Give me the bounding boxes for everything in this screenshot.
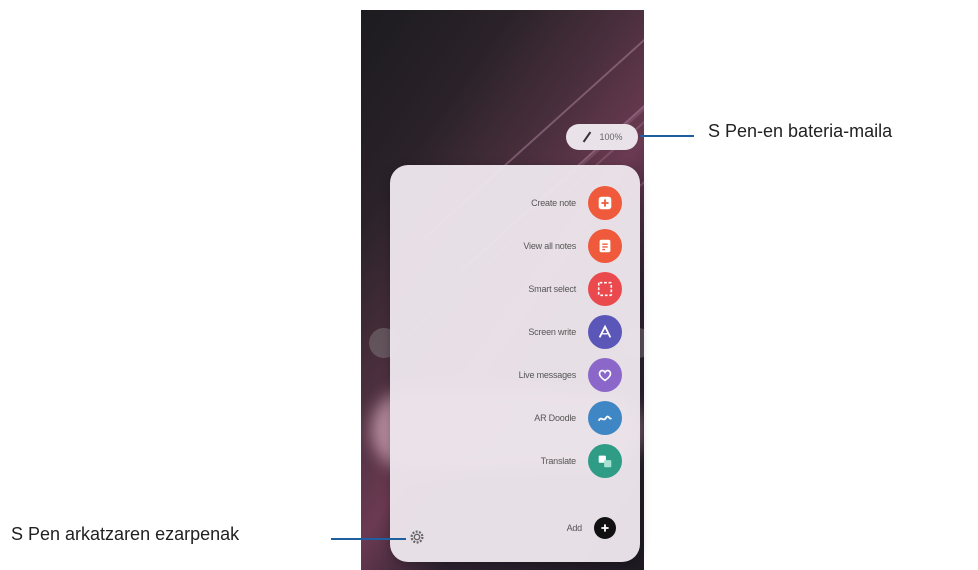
menu-item-label: Live messages	[518, 370, 577, 380]
translate-icon	[588, 444, 622, 478]
menu-item-label: Translate	[540, 456, 577, 466]
battery-callout: S Pen-en bateria-maila	[708, 121, 893, 141]
gear-icon[interactable]	[408, 528, 426, 546]
menu-item-label: Add	[566, 523, 583, 533]
ar-doodle-icon	[588, 401, 622, 435]
battery-value: 100%	[599, 132, 623, 142]
menu-item-label: Smart select	[528, 284, 576, 294]
menu-item-translate[interactable]: Translate	[541, 443, 622, 479]
menu-item-create-note[interactable]: Create note	[531, 185, 622, 221]
create-note-icon	[588, 186, 622, 220]
heart-icon	[588, 358, 622, 392]
pen-battery-indicator: 100%	[566, 124, 638, 150]
settings-leader-line	[331, 538, 406, 540]
menu-item-ar-doodle[interactable]: AR Doodle	[534, 400, 622, 436]
smart-select-icon	[588, 272, 622, 306]
menu-item-label: AR Doodle	[534, 413, 576, 423]
notes-icon	[588, 229, 622, 263]
screen-write-icon	[588, 315, 622, 349]
menu-item-label: Create note	[531, 198, 576, 208]
add-icon	[594, 517, 616, 539]
menu-item-smart-select[interactable]: Smart select	[528, 271, 622, 307]
menu-item-live-messages[interactable]: Live messages	[519, 357, 622, 393]
menu-item-add[interactable]: Add	[567, 510, 622, 546]
s-pen-icon	[581, 131, 593, 143]
battery-leader-line	[640, 135, 694, 137]
menu-item-label: View all notes	[523, 241, 576, 251]
menu-item-view-all-notes[interactable]: View all notes	[523, 228, 622, 264]
menu-item-label: Screen write	[528, 327, 576, 337]
settings-callout: S Pen arkatzaren ezarpenak	[11, 524, 240, 544]
menu-item-screen-write[interactable]: Screen write	[528, 314, 622, 350]
air-command-panel: Create note View all notes Smart select …	[390, 165, 640, 562]
